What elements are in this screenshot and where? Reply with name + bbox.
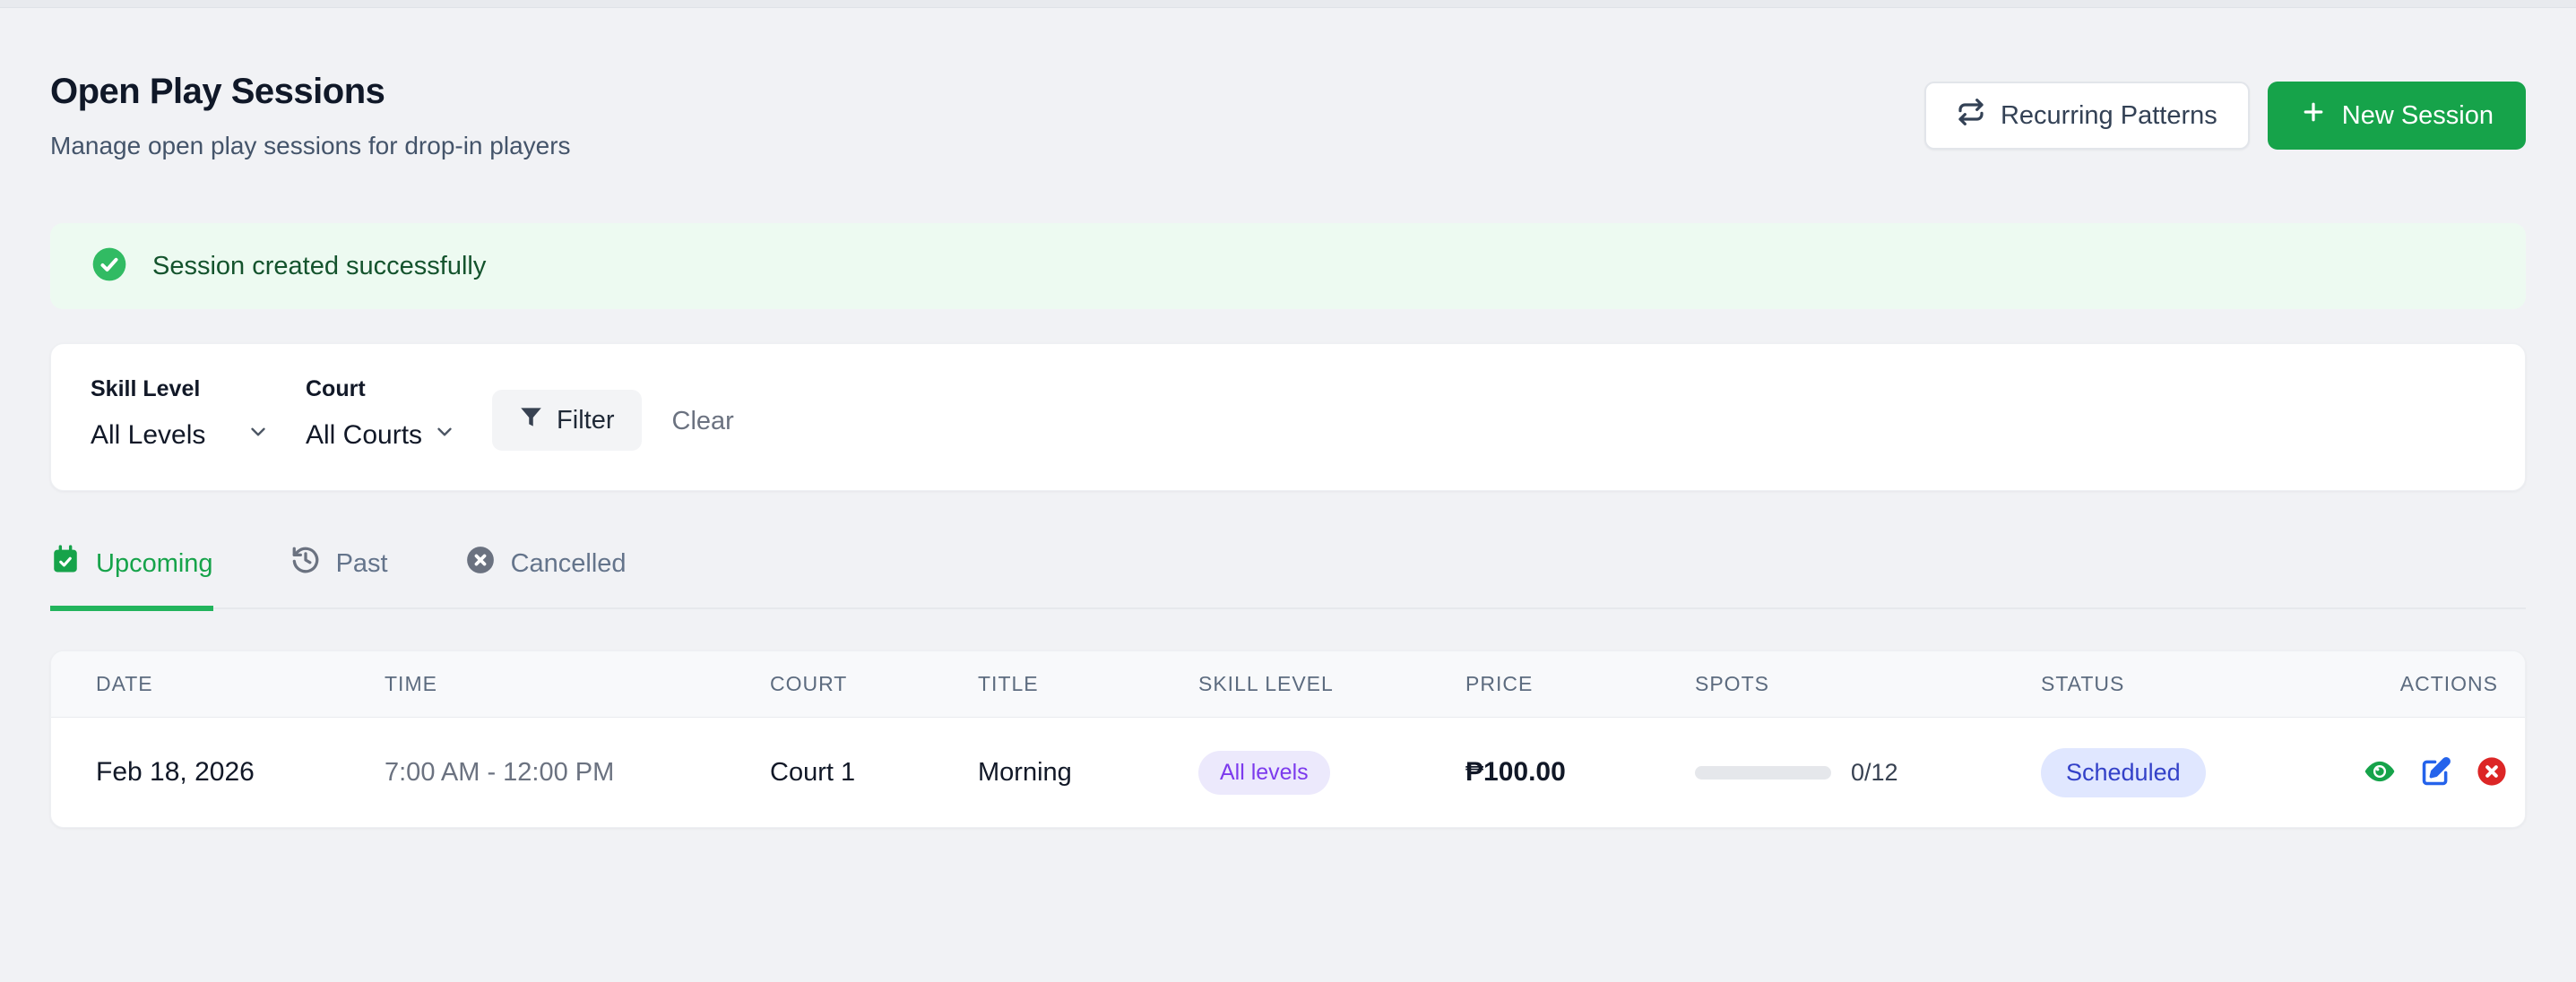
column-header-court: COURT — [770, 672, 848, 695]
skill-level-badge: All levels — [1198, 750, 1330, 795]
status-badge: Scheduled — [2041, 747, 2206, 797]
tab-cancelled-label: Cancelled — [510, 548, 627, 578]
alert-message: Session created successfully — [152, 251, 487, 280]
column-header-time: TIME — [385, 672, 437, 695]
eye-icon — [2364, 755, 2396, 790]
chevron-down-icon — [246, 420, 270, 451]
cell-actions — [2364, 755, 2507, 790]
tab-upcoming[interactable]: Upcoming — [50, 545, 213, 611]
court-field: Court All Courts — [306, 376, 456, 451]
recurring-patterns-button[interactable]: Recurring Patterns — [1923, 82, 2250, 150]
sessions-table: DATE TIME COURT TITLE SKILL LEVEL PRICE … — [50, 650, 2526, 828]
history-icon — [290, 545, 321, 582]
tab-past[interactable]: Past — [290, 545, 388, 607]
tab-upcoming-label: Upcoming — [96, 548, 213, 578]
cancel-session-button[interactable] — [2477, 756, 2507, 789]
cell-price: ₱100.00 — [1465, 757, 1566, 787]
header-actions: Recurring Patterns New Session — [1923, 82, 2526, 150]
session-tabs: Upcoming Past Cancelled — [50, 545, 2526, 611]
plus-icon — [2300, 99, 2327, 133]
recurring-patterns-label: Recurring Patterns — [2000, 100, 2217, 130]
column-header-date: DATE — [96, 672, 153, 695]
calendar-check-icon — [50, 545, 81, 582]
court-select[interactable]: All Courts — [306, 420, 456, 451]
main-content: Open Play Sessions Manage open play sess… — [0, 8, 2576, 828]
chevron-down-icon — [433, 420, 456, 451]
table-header-row: DATE TIME COURT TITLE SKILL LEVEL PRICE … — [51, 651, 2525, 718]
page-title: Open Play Sessions — [50, 72, 385, 111]
page-subtitle: Manage open play sessions for drop-in pl… — [50, 132, 571, 159]
column-header-actions: ACTIONS — [2399, 672, 2498, 695]
x-circle-red-icon — [2477, 756, 2507, 789]
new-session-button[interactable]: New Session — [2267, 82, 2526, 150]
filter-card: Skill Level All Levels Court All Courts … — [50, 343, 2526, 491]
cell-title: Morning — [978, 757, 1072, 787]
edit-button[interactable] — [2421, 756, 2451, 789]
court-value: All Courts — [306, 420, 423, 450]
page-header: Open Play Sessions Manage open play sess… — [50, 71, 2526, 160]
page-header-text: Open Play Sessions Manage open play sess… — [50, 71, 571, 160]
skill-level-select[interactable]: All Levels — [91, 420, 270, 451]
top-strip — [0, 0, 2576, 8]
column-header-title: TITLE — [978, 672, 1039, 695]
skill-level-label: Skill Level — [91, 376, 201, 401]
cell-spots: 0/12 — [1695, 759, 2041, 787]
spots-progress-bar — [1695, 765, 1831, 780]
check-circle-icon — [91, 246, 127, 287]
skill-level-value: All Levels — [91, 420, 206, 450]
column-header-skill-level: SKILL LEVEL — [1198, 672, 1334, 695]
column-header-status: STATUS — [2041, 672, 2125, 695]
skill-level-field: Skill Level All Levels — [91, 376, 270, 451]
filter-button-label: Filter — [557, 405, 615, 435]
cell-date: Feb 18, 2026 — [96, 757, 255, 787]
table-row: Feb 18, 2026 7:00 AM - 12:00 PM Court 1 … — [51, 718, 2525, 827]
clear-filters-link[interactable]: Clear — [672, 407, 734, 436]
court-label: Court — [306, 376, 366, 401]
new-session-label: New Session — [2341, 100, 2494, 130]
cell-court: Court 1 — [770, 757, 856, 787]
view-button[interactable] — [2364, 755, 2396, 790]
column-header-price: PRICE — [1465, 672, 1534, 695]
spots-count: 0/12 — [1851, 758, 1898, 786]
x-circle-icon — [465, 545, 496, 582]
edit-icon — [2421, 756, 2451, 789]
repeat-icon — [1957, 98, 1985, 134]
tab-cancelled[interactable]: Cancelled — [465, 545, 627, 607]
success-alert: Session created successfully — [50, 223, 2526, 309]
cell-time: 7:00 AM - 12:00 PM — [385, 757, 615, 787]
column-header-spots: SPOTS — [1695, 672, 1769, 695]
funnel-icon — [519, 405, 543, 436]
filter-button[interactable]: Filter — [492, 390, 642, 451]
tab-past-label: Past — [335, 548, 388, 578]
